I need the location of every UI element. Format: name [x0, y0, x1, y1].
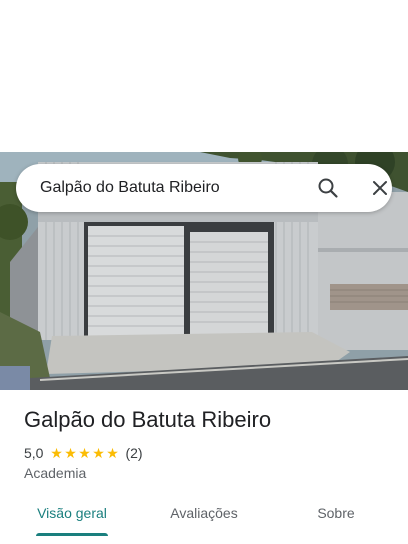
star-icon: ★: [50, 445, 63, 461]
place-category[interactable]: Academia: [24, 465, 86, 481]
rating-value: 5,0: [24, 445, 44, 461]
tab-about[interactable]: Sobre: [288, 496, 384, 536]
tab-overview[interactable]: Visão geral: [24, 496, 120, 536]
search-bar[interactable]: Galpão do Batuta Ribeiro: [16, 164, 392, 212]
tab-bar: Visão geral Avaliações Sobre: [0, 496, 408, 536]
review-count[interactable]: (2): [125, 445, 142, 461]
search-icon[interactable]: [316, 176, 340, 200]
rating-row[interactable]: 5,0 ★ ★ ★ ★ ★ (2): [24, 444, 143, 462]
place-name: Galpão do Batuta Ribeiro: [24, 407, 272, 432]
tab-reviews[interactable]: Avaliações: [156, 496, 252, 536]
star-icon: ★: [64, 445, 77, 461]
star-icon: ★: [92, 445, 105, 461]
star-icon: ★: [78, 445, 91, 461]
star-rating: ★ ★ ★ ★ ★: [49, 446, 119, 460]
active-tab-indicator: [36, 533, 108, 536]
star-icon: ★: [106, 445, 119, 461]
close-icon[interactable]: [368, 176, 392, 200]
search-input[interactable]: Galpão do Batuta Ribeiro: [40, 164, 220, 212]
